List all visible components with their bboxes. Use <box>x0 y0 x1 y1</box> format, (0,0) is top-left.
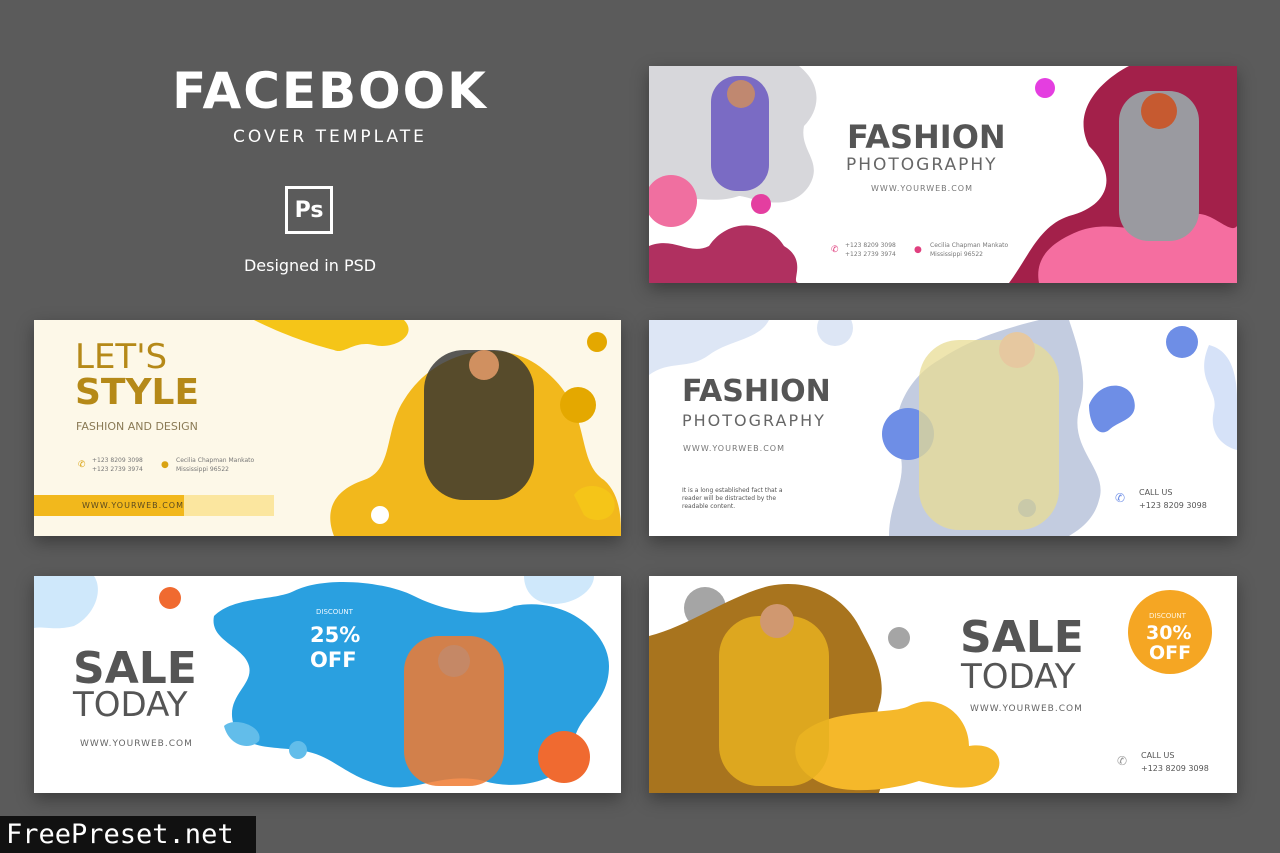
discount-label: DISCOUNT <box>316 608 353 616</box>
card-subtitle: PHOTOGRAPHY <box>682 411 826 430</box>
cover-card-sale-orange: SALE TODAY WWW.YOURWEB.COM DISCOUNT 30% … <box>649 576 1237 793</box>
sale-line-2: TODAY <box>73 685 188 725</box>
address-line-2: Mississippi 96522 <box>930 251 983 258</box>
cover-card-fashion-pink: FASHION PHOTOGRAPHY WWW.YOURWEB.COM ✆ +1… <box>649 66 1237 283</box>
discount-label: DISCOUNT <box>1149 612 1186 620</box>
headline-line-1: LET'S <box>75 337 168 377</box>
watermark-banner: FreePreset.net <box>0 816 256 853</box>
phone-icon: ✆ <box>1117 754 1128 768</box>
phone-icon: ✆ <box>78 460 86 470</box>
location-icon: ● <box>914 245 922 255</box>
phone-icon: ✆ <box>1115 491 1126 505</box>
body-line-1: It is a long established fact that a <box>682 487 783 494</box>
card-shapes <box>649 584 1212 793</box>
phone-line-2: +123 2739 3974 <box>845 251 896 258</box>
page-subtitle: COVER TEMPLATE <box>233 127 427 147</box>
location-icon: ● <box>161 460 169 470</box>
discount-off: OFF <box>1149 642 1192 664</box>
phone-line-1: +123 8209 3098 <box>845 242 896 249</box>
discount-value: 25% <box>310 623 361 647</box>
sale-line-1: SALE <box>960 612 1084 663</box>
tagline: FASHION AND DESIGN <box>76 420 198 433</box>
address-line-2: Mississippi 96522 <box>176 466 229 473</box>
phone-icon: ✆ <box>831 245 839 255</box>
cover-card-sale-blue: SALE TODAY WWW.YOURWEB.COM DISCOUNT 25% … <box>34 576 621 793</box>
card-subtitle: PHOTOGRAPHY <box>846 155 998 175</box>
photoshop-icon: Ps <box>285 186 333 234</box>
headline-line-2: STYLE <box>75 372 200 413</box>
address-line-1: Cecilia Chapman Mankato <box>176 457 255 464</box>
call-number: +123 8209 3098 <box>1141 764 1209 773</box>
body-line-2: reader will be distracted by the <box>682 495 777 502</box>
page-title: FACEBOOK <box>172 62 488 120</box>
discount-value: 30% <box>1146 622 1192 644</box>
card-url: WWW.YOURWEB.COM <box>82 501 184 510</box>
cover-card-style-yellow: LET'S STYLE FASHION AND DESIGN ✆ +123 82… <box>34 320 621 536</box>
call-label: CALL US <box>1141 751 1175 760</box>
call-label: CALL US <box>1139 488 1173 497</box>
card-url: WWW.YOURWEB.COM <box>683 444 785 453</box>
phone-line-2: +123 2739 3974 <box>92 466 143 473</box>
designed-note: Designed in PSD <box>243 256 377 275</box>
card-url: WWW.YOURWEB.COM <box>871 184 973 193</box>
cover-card-fashion-blue: FASHION PHOTOGRAPHY WWW.YOURWEB.COM It i… <box>649 320 1237 536</box>
card-url: WWW.YOURWEB.COM <box>80 739 193 749</box>
card-url: WWW.YOURWEB.COM <box>970 704 1083 714</box>
call-number: +123 8209 3098 <box>1139 501 1207 510</box>
card-title: FASHION <box>847 118 1006 156</box>
body-line-3: readable content. <box>682 503 736 510</box>
ps-label: Ps <box>294 197 324 223</box>
card-title: FASHION <box>682 374 831 409</box>
phone-line-1: +123 8209 3098 <box>92 457 143 464</box>
sale-line-2: TODAY <box>961 657 1076 697</box>
discount-off: OFF <box>310 648 357 672</box>
address-line-1: Cecilia Chapman Mankato <box>930 242 1009 249</box>
